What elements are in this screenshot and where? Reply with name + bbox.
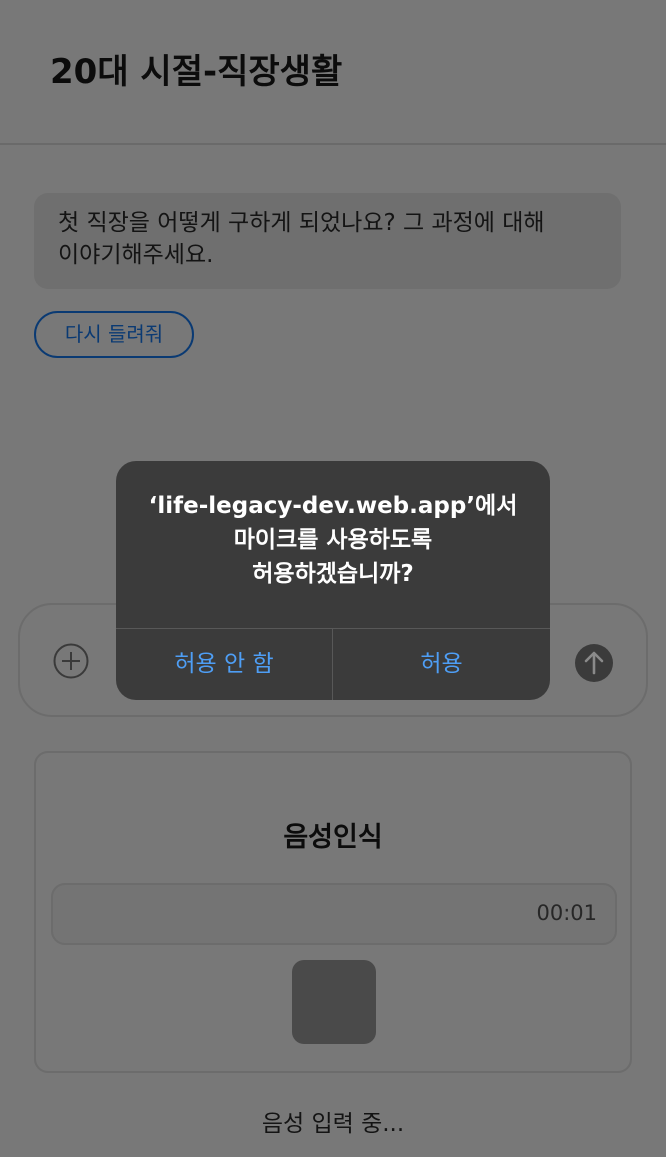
- voice-recognition-panel: 음성인식 00:01: [34, 751, 632, 1073]
- dialog-message-line-3: 허용하겠습니까?: [252, 561, 414, 587]
- recording-timer-bar: 00:01: [51, 883, 617, 945]
- dialog-message: ‘life-legacy-dev.web.app’에서 마이크를 사용하도록 허…: [116, 489, 550, 591]
- recording-timer: 00:01: [536, 901, 597, 925]
- question-bubble: 첫 직장을 어떻게 구하게 되었나요? 그 과정에 대해 이야기해주세요.: [34, 193, 621, 289]
- dialog-message-line-1: ‘life-legacy-dev.web.app’에서: [148, 493, 518, 519]
- dialog-message-line-2: 마이크를 사용하도록: [233, 527, 433, 553]
- stop-recording-button[interactable]: [292, 960, 376, 1044]
- deny-button[interactable]: 허용 안 함: [116, 629, 332, 700]
- replay-button[interactable]: 다시 들려줘: [34, 311, 194, 358]
- plus-circle-icon[interactable]: [53, 643, 89, 679]
- allow-button[interactable]: 허용: [333, 629, 550, 700]
- question-line-2: 이야기해주세요.: [58, 242, 214, 268]
- page-header: 20대 시절-직장생활: [0, 0, 666, 145]
- voice-recognition-title: 음성인식: [283, 822, 383, 853]
- voice-input-status: 음성 입력 중...: [261, 1111, 405, 1137]
- app-page: 20대 시절-직장생활 첫 직장을 어떻게 구하게 되었나요? 그 과정에 대해…: [0, 0, 666, 1157]
- microphone-permission-dialog: ‘life-legacy-dev.web.app’에서 마이크를 사용하도록 허…: [116, 461, 550, 700]
- question-line-1: 첫 직장을 어떻게 구하게 되었나요? 그 과정에 대해: [58, 210, 545, 236]
- page-title: 20대 시절-직장생활: [50, 52, 343, 92]
- send-arrow-icon[interactable]: [574, 643, 614, 683]
- question-text: 첫 직장을 어떻게 구하게 되었나요? 그 과정에 대해 이야기해주세요.: [58, 207, 597, 271]
